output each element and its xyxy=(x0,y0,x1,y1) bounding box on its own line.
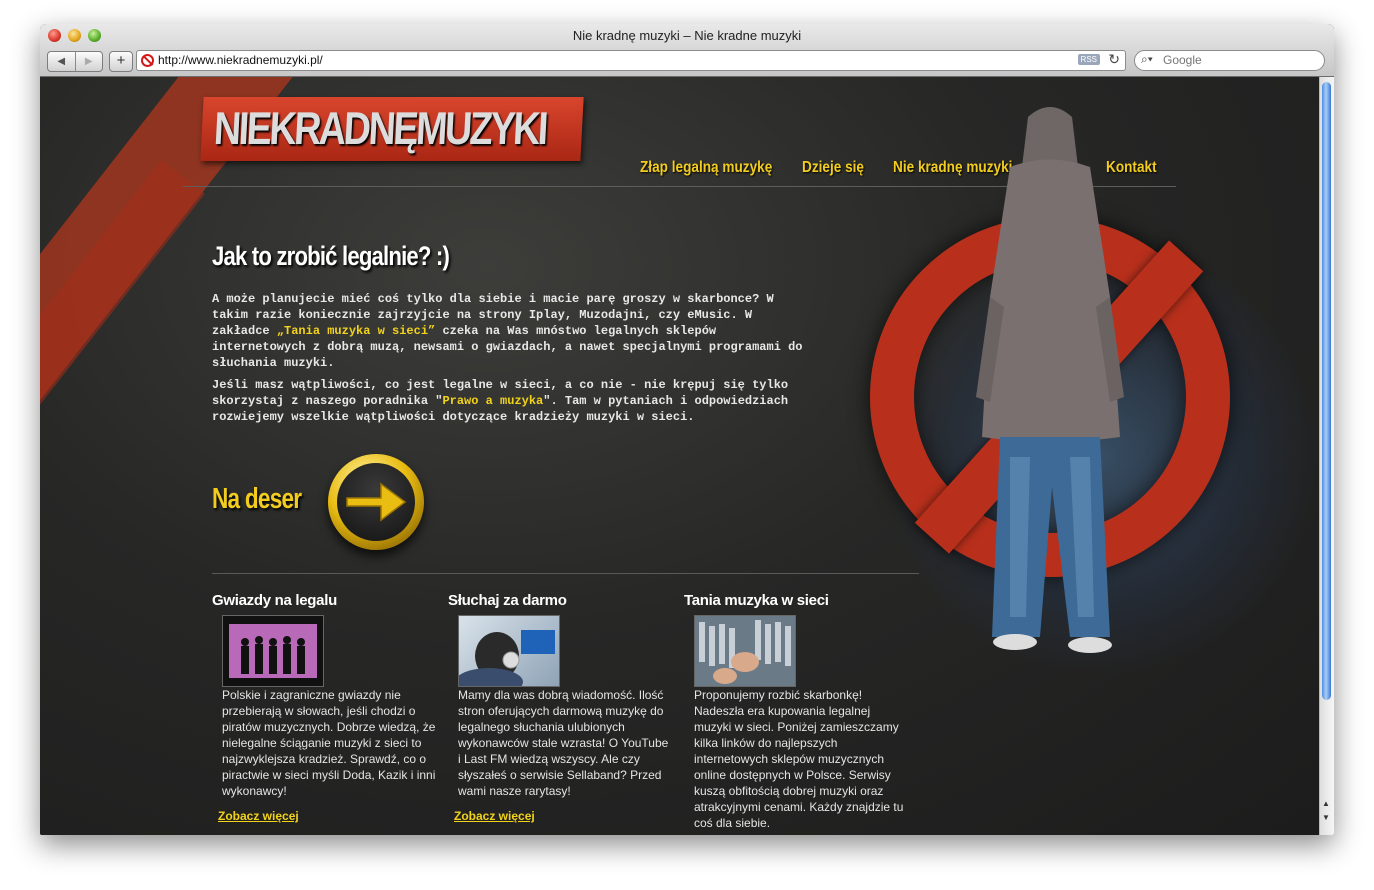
site-logo[interactable]: NIEKRADNĘMUZYKI xyxy=(200,97,584,161)
zobacz-wiecej-link[interactable]: Zobacz więcej xyxy=(454,809,535,823)
add-bookmark-button[interactable]: + xyxy=(109,51,133,72)
intro-text: A może planujecie mieć coś tylko dla sie… xyxy=(212,292,803,424)
content-divider xyxy=(212,573,919,574)
hooded-person-image xyxy=(976,107,1124,653)
rss-badge[interactable]: RSS xyxy=(1077,54,1100,65)
na-deser-label[interactable]: Na deser xyxy=(212,483,302,516)
zobacz-wiecej-link[interactable]: Zobacz więcej xyxy=(218,809,299,823)
column-title[interactable]: Gwiazdy na legalu xyxy=(212,592,437,609)
site-logo-text: NIEKRADNĘMUZYKI xyxy=(212,102,548,154)
reload-icon[interactable]: ↻ xyxy=(1108,51,1120,68)
no-entry-icon xyxy=(141,54,154,67)
url-text[interactable]: http://www.niekradnemuzyki.pl/ xyxy=(158,53,323,67)
address-bar[interactable]: http://www.niekradnemuzyki.pl/ RSS ↻ xyxy=(136,50,1126,71)
back-button[interactable]: ◀ xyxy=(48,52,75,71)
scroll-down-arrow[interactable]: ▼ xyxy=(1322,813,1330,822)
forward-button[interactable]: ▶ xyxy=(74,52,103,71)
browser-window: Nie kradnę muzyki – Nie kradne muzyki ◀ … xyxy=(40,24,1334,835)
vertical-scrollbar[interactable]: ▲ ▼ xyxy=(1319,77,1334,835)
scroll-up-arrow[interactable]: ▲ xyxy=(1322,799,1330,808)
arrow-right-icon xyxy=(346,482,407,522)
column-sluchaj: Słuchaj za darmo Mamy dla was dobrą wiad… xyxy=(448,592,673,825)
headphones-listener-image[interactable] xyxy=(458,615,560,687)
search-input[interactable] xyxy=(1161,52,1315,68)
prawo-a-muzyka-link[interactable]: Prawo a muzyka xyxy=(442,394,543,408)
decorative-stripe-2 xyxy=(40,159,205,510)
search-field[interactable]: ⌕▾ xyxy=(1134,50,1325,71)
hero-illustration xyxy=(860,107,1320,697)
page-headline: Jak to zrobić legalnie? :) xyxy=(212,241,450,271)
nav-zlap-legalna-muzyke[interactable]: Złap legalną muzykę xyxy=(640,159,772,177)
scrollbar-thumb[interactable] xyxy=(1322,82,1331,700)
column-gwiazdy: Gwiazdy na legalu Polskie i zagraniczne … xyxy=(212,592,437,825)
column-title[interactable]: Tania muzyka w sieci xyxy=(684,592,909,609)
nav-dzieje-sie[interactable]: Dzieje się xyxy=(802,159,864,177)
web-page: NIEKRADNĘMUZYKI Złap legalną muzykę Dzie… xyxy=(40,77,1320,835)
na-deser-button[interactable] xyxy=(328,454,424,550)
column-text: Mamy dla was dobrą wiadomość. Ilość stro… xyxy=(458,688,669,798)
column-text: Polskie i zagraniczne gwiazdy nie przebi… xyxy=(222,688,436,798)
search-icon: ⌕▾ xyxy=(1141,52,1153,66)
window-title: Nie kradnę muzyki – Nie kradne muzyki xyxy=(572,28,802,43)
column-title[interactable]: Słuchaj za darmo xyxy=(448,592,673,609)
history-nav: ◀ ▶ xyxy=(47,51,103,72)
tania-muzyka-link[interactable]: „Tania muzyka w sieci” xyxy=(277,324,435,338)
record-shop-image[interactable] xyxy=(694,615,796,687)
column-text: Proponujemy rozbić skarbonkę! Nadeszła e… xyxy=(694,688,904,830)
column-tania-muzyka: Tania muzyka w sieci Proponujemy rozbić … xyxy=(684,592,909,831)
browser-toolbar: Nie kradnę muzyki – Nie kradne muzyki ◀ … xyxy=(40,24,1334,77)
stars-silhouettes-image[interactable] xyxy=(222,615,324,687)
